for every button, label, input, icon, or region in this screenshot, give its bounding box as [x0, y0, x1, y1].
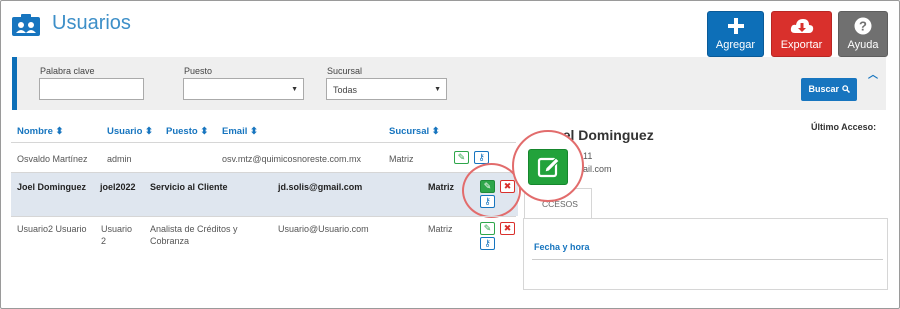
export-button-label: Exportar	[780, 39, 823, 51]
help-button[interactable]: ? Ayuda	[838, 11, 888, 57]
puesto-select[interactable]: ▼	[183, 78, 304, 100]
col-header-sucursal[interactable]: Sucursal ⬍	[389, 126, 440, 137]
search-icon	[841, 85, 850, 94]
divider	[532, 259, 883, 260]
search-button[interactable]: Buscar	[801, 78, 857, 101]
key-icon: ⚷	[484, 238, 491, 248]
col-header-label: Sucursal	[389, 126, 430, 137]
col-header-label: Usuario	[107, 126, 143, 137]
edit-icon: ✎	[457, 152, 466, 162]
page-title: Usuarios	[52, 12, 131, 34]
plus-icon	[727, 18, 744, 34]
cell-usuario: admin	[107, 154, 132, 164]
col-header-label: Puesto	[166, 126, 198, 137]
cell-puesto: Servicio al Cliente	[150, 182, 228, 192]
permissions-button[interactable]: ⚷	[480, 237, 495, 250]
add-button-label: Agregar	[715, 39, 756, 51]
col-header-fecha: Fecha y hora	[534, 242, 590, 252]
divider	[11, 216, 516, 217]
accesos-panel	[523, 218, 888, 290]
table-row-selected[interactable]	[11, 173, 518, 216]
col-header-puesto[interactable]: Puesto ⬍	[166, 126, 208, 137]
puesto-label: Puesto	[184, 66, 213, 76]
cell-usuario-line: 2	[101, 236, 107, 246]
cell-usuario-line: Usuario	[101, 224, 133, 234]
keyword-input[interactable]	[39, 78, 144, 100]
col-header-email[interactable]: Email ⬍	[222, 126, 258, 137]
cell-sucursal: Matriz	[428, 182, 455, 192]
detail-phone: 11	[583, 151, 593, 161]
cell-sucursal: Matriz	[389, 154, 414, 164]
col-header-label: Email	[222, 126, 248, 137]
chevron-down-icon: ▼	[291, 86, 298, 93]
keyword-label: Palabra clave	[40, 66, 95, 76]
cell-email: osv.mtz@quimicosnoreste.com.mx	[222, 154, 362, 164]
sucursal-select-value: Todas	[333, 85, 358, 95]
cell-email: jd.solis@gmail.com	[278, 182, 363, 192]
cell-puesto-line: Cobranza	[150, 236, 190, 246]
edit-button[interactable]: ✎	[480, 222, 495, 235]
cell-nombre: Osvaldo Martínez	[17, 154, 88, 164]
cell-usuario: Usuario 2	[101, 223, 132, 247]
col-header-label: Nombre	[17, 126, 53, 137]
edit-button[interactable]: ✎	[454, 151, 469, 164]
sort-icon: ⬍	[55, 126, 64, 137]
sort-icon: ⬍	[200, 126, 209, 137]
cell-sucursal: Matriz	[428, 224, 453, 234]
export-button[interactable]: Exportar	[771, 11, 832, 57]
key-icon: ⚷	[478, 152, 485, 162]
sort-icon: ⬍	[145, 126, 153, 137]
cell-email: Usuario@Usuario.com	[278, 224, 369, 234]
permissions-button[interactable]: ⚷	[474, 151, 489, 164]
help-button-label: Ayuda	[847, 39, 879, 51]
delete-icon: ✖	[503, 223, 512, 233]
last-access-label: Último Acceso:	[811, 122, 877, 132]
sort-icon: ⬍	[250, 126, 258, 137]
col-header-nombre[interactable]: Nombre ⬍	[17, 126, 64, 137]
cell-puesto-line: Analista de Créditos y	[150, 224, 238, 234]
divider	[11, 142, 516, 143]
sucursal-label: Sucursal	[327, 66, 363, 76]
cell-usuario: joel2022	[100, 182, 136, 192]
delete-button[interactable]: ✖	[500, 222, 515, 235]
edit-button-zoomed[interactable]	[528, 149, 568, 185]
question-icon: ?	[854, 17, 872, 35]
col-header-usuario[interactable]: Usuario ⬍	[107, 126, 153, 137]
cell-nombre: Joel Dominguez	[17, 182, 87, 192]
cell-nombre: Usuario2 Usuario	[17, 224, 87, 234]
chevron-up-icon[interactable]: ︿	[868, 66, 878, 81]
svg-text:?: ?	[859, 19, 867, 34]
edit-icon: ✎	[483, 223, 492, 233]
cloud-download-icon	[790, 19, 813, 33]
users-card-icon	[12, 14, 40, 36]
cell-puesto: Analista de Créditos y Cobranza	[150, 223, 238, 247]
edit-icon	[537, 157, 560, 178]
chevron-down-icon: ▼	[434, 86, 441, 93]
sucursal-select[interactable]: Todas ▼	[326, 78, 447, 100]
sort-icon: ⬍	[431, 126, 440, 137]
detail-email: ail.com	[583, 164, 612, 174]
search-button-label: Buscar	[808, 84, 839, 94]
add-button[interactable]: Agregar	[707, 11, 764, 57]
